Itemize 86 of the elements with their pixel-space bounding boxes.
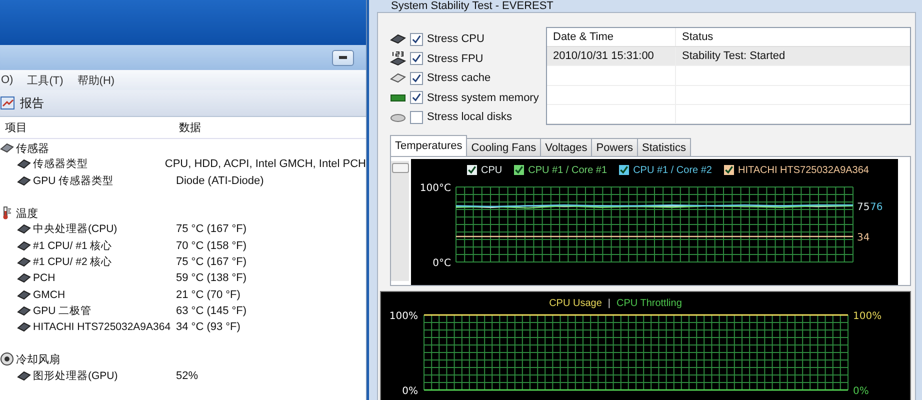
checkbox[interactable] [410,91,423,104]
chip-icon [17,271,31,286]
tree-item-label[interactable]: HITACHI HTS725032A9A364 [33,321,171,334]
tree-item-label[interactable]: PCH [33,272,56,284]
chip-icon [17,320,31,334]
legend-label: CPU #1 / Core #1 [528,164,608,176]
chip-icon [17,222,31,236]
tree-item-label[interactable]: GMCH [33,288,66,301]
column-header[interactable]: Status [676,31,714,44]
checkbox-label[interactable]: Stress local disks [427,111,512,123]
tab[interactable]: Powers [591,138,638,156]
column-header[interactable]: 项目 [0,120,175,135]
tree-item-value: CPU, HDD, ACPI, Intel GMCH, Intel PCH [164,158,366,170]
menu-item[interactable]: 工具(T) [26,72,64,88]
tab[interactable]: Statistics [636,138,691,156]
checkbox[interactable] [410,52,423,65]
checkbox-label[interactable]: Stress system memory [427,92,539,104]
fan-icon [0,352,14,366]
checkbox-label[interactable]: Stress CPU [427,33,484,45]
axis-label: 0°C [432,258,451,269]
tab[interactable]: Temperatures [390,135,468,156]
menu-item[interactable]: O) [0,74,14,86]
tree-group-label[interactable]: 冷却风扇 [16,352,60,367]
column-header[interactable]: Date & Time [547,28,676,46]
menu-item[interactable]: 帮助(H) [76,72,116,88]
reading-label: 75 [857,202,870,213]
axis-label: 100% [389,311,418,322]
tree-item-label[interactable]: 中央处理器(CPU) [33,222,118,236]
legend-label: CPU Throttling [616,298,682,309]
chip-icon [390,50,406,66]
reading-label: 76 [870,202,883,213]
checkbox-label[interactable]: Stress FPU [427,52,484,64]
tree-item-value: 63 °C (145 °F) [175,304,247,317]
chip-icon [17,174,31,188]
tree-group-label[interactable]: 传感器 [16,140,49,156]
report-title: 报告 [20,94,44,112]
log-row[interactable]: 2010/10/31 15:31:00 Stability Test: Started [547,47,910,66]
reading-label: 34 [857,232,870,244]
tab[interactable]: Cooling Fans [466,138,542,156]
chip-icon [17,304,31,318]
checkbox[interactable] [467,165,477,175]
checkbox-label[interactable]: Stress cache [427,72,491,84]
legend-label: HITACHI HTS725032A9A364 [738,164,869,176]
axis-label: 100% [853,311,882,322]
legend-label: CPU #1 / Core #2 [633,164,712,176]
checkbox[interactable] [410,110,423,124]
tree-group-label[interactable]: 温度 [16,206,38,221]
tree-item-value: 75 °C (167 °F) [175,256,247,268]
tree-item-value: 52% [175,370,198,382]
chip-icon [17,368,31,383]
separator-label: | [608,298,610,309]
axis-label: 0% [853,386,869,397]
column-header[interactable]: 数据 [175,120,201,135]
tree-item-value: 75 °C (167 °F) [175,223,247,236]
tree-item-label[interactable]: #1 CPU/ #1 核心 [33,238,112,253]
tree-item-value: 34 °C (93 °F) [175,321,240,334]
chip-icon [17,157,31,172]
legend-label: CPU [481,164,502,176]
tree-item-value: 21 °C (70 °F) [175,288,240,301]
checkbox[interactable] [410,72,423,84]
minimize-button[interactable] [332,50,354,66]
table-cell: 2010/10/31 15:31:00 [547,47,676,66]
table-cell-text: Stability Test: Started [681,50,786,62]
tree-item-label[interactable]: GPU 二极管 [33,304,92,318]
tree-item-label[interactable]: 传感器类型 [33,157,88,172]
axis-label: 100°C [420,183,451,194]
tab[interactable]: Voltages [540,138,592,156]
window-title: System Stability Test - EVEREST [391,0,554,12]
tree-item-label[interactable]: GPU 传感器类型 [33,174,114,188]
legend-label: CPU Usage [549,298,602,309]
tree-item-label[interactable]: 图形处理器(GPU) [33,368,118,383]
chip-icon [0,141,14,156]
tree-item-value: Diode (ATI-Diode) [175,174,264,187]
tree-item-value: 59 °C (138 °F) [175,272,247,284]
report-icon [0,95,16,111]
checkbox[interactable] [410,32,423,46]
chip-icon [17,254,31,269]
checkbox[interactable] [724,165,734,175]
tree-item-value: 70 °C (158 °F) [175,240,247,252]
axis-label: 0% [402,386,418,397]
chip-icon [17,288,31,302]
tree-item-label[interactable]: #1 CPU/ #2 核心 [33,254,112,269]
checkbox[interactable] [619,165,630,175]
checkbox[interactable] [514,165,524,175]
slider-thumb[interactable] [392,163,409,173]
chip-icon [17,238,31,253]
